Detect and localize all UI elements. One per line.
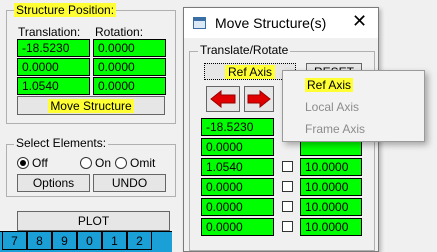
radio-off-indicator xyxy=(17,157,29,169)
options-button[interactable]: Options xyxy=(17,174,90,192)
dialog-translation-z-field[interactable]: 1.0540 xyxy=(201,158,274,176)
menu-item-ref-axis[interactable]: Ref Axis xyxy=(283,74,424,96)
translation-y-field[interactable]: 0.0000 xyxy=(17,58,90,76)
step-field-6[interactable]: 10.0000 xyxy=(300,218,362,236)
menu-item-local-axis[interactable]: Local Axis xyxy=(283,96,424,118)
step-checkbox-6[interactable] xyxy=(282,221,293,232)
key-9[interactable]: 9 xyxy=(52,232,77,250)
translation-label: Translation: xyxy=(18,25,81,39)
radio-omit[interactable]: Omit xyxy=(115,156,155,170)
step-field-5[interactable]: 10.0000 xyxy=(300,198,362,216)
right-arrow-icon xyxy=(247,90,271,108)
step-checkbox-4[interactable] xyxy=(282,181,293,192)
rotation-z-field[interactable]: 0.0000 xyxy=(93,77,166,95)
radio-off-label: Off xyxy=(32,156,48,170)
move-structure-label: Move Structure xyxy=(48,98,134,113)
dialog-translation-x-field[interactable]: -18.5230 xyxy=(201,118,274,136)
step-checkbox-5[interactable] xyxy=(282,201,293,212)
menu-item-frame-axis[interactable]: Frame Axis xyxy=(283,118,424,140)
undo-button[interactable]: UNDO xyxy=(93,174,166,192)
key-0[interactable]: 0 xyxy=(77,232,102,250)
key-1[interactable]: 1 xyxy=(102,232,127,250)
move-structure-button[interactable]: Move Structure xyxy=(17,96,165,115)
select-elements-title: Select Elements: xyxy=(14,136,109,150)
close-icon[interactable]: ✕ xyxy=(352,11,367,32)
radio-on-indicator xyxy=(80,157,92,169)
menu-item-ref-axis-label: Ref Axis xyxy=(305,78,354,92)
radio-omit-label: Omit xyxy=(130,156,156,170)
step-field-4[interactable]: 10.0000 xyxy=(300,178,362,196)
radio-on[interactable]: On xyxy=(80,156,111,170)
step-field-3[interactable]: 10.0000 xyxy=(300,158,362,176)
radio-omit-indicator xyxy=(115,157,127,169)
radio-on-label: On xyxy=(95,156,112,170)
dialog-translation-y-field[interactable]: 0.0000 xyxy=(201,138,274,156)
left-arrow-icon xyxy=(210,90,236,108)
app-icon xyxy=(193,17,206,29)
rotation-y-field[interactable]: 0.0000 xyxy=(93,58,166,76)
ref-axis-button-label: Ref Axis xyxy=(224,64,275,79)
dialog-rotation-x-field[interactable]: 0.0000 xyxy=(201,178,274,196)
translation-x-field[interactable]: -18.5230 xyxy=(17,39,90,57)
dialog-title-bar: Move Structure(s) ✕ xyxy=(184,8,378,38)
key-8[interactable]: 8 xyxy=(27,232,52,250)
axis-context-menu: Ref Axis Local Axis Frame Axis xyxy=(282,70,425,142)
dialog-rotation-y-field[interactable]: 0.0000 xyxy=(201,198,274,216)
radio-off[interactable]: Off xyxy=(17,156,48,170)
right-arrow-button[interactable] xyxy=(244,86,274,112)
translation-z-field[interactable]: 1.0540 xyxy=(17,77,90,95)
left-arrow-button[interactable] xyxy=(206,86,240,112)
rotation-x-field[interactable]: 0.0000 xyxy=(93,39,166,57)
dialog-title: Move Structure(s) xyxy=(215,15,327,31)
structure-position-title: Structure Position: xyxy=(14,3,117,17)
key-2[interactable]: 2 xyxy=(127,232,152,250)
app-icon-bar xyxy=(194,18,205,21)
rotation-label: Rotation: xyxy=(95,25,144,39)
dialog-rotation-z-field[interactable]: 0.0000 xyxy=(201,218,274,236)
step-checkbox-3[interactable] xyxy=(282,161,293,172)
translate-rotate-title: Translate/Rotate xyxy=(198,43,291,57)
plot-button[interactable]: PLOT xyxy=(17,211,170,231)
key-7[interactable]: 7 xyxy=(2,232,27,250)
key-strip: 7 8 9 0 1 2 xyxy=(0,231,172,252)
